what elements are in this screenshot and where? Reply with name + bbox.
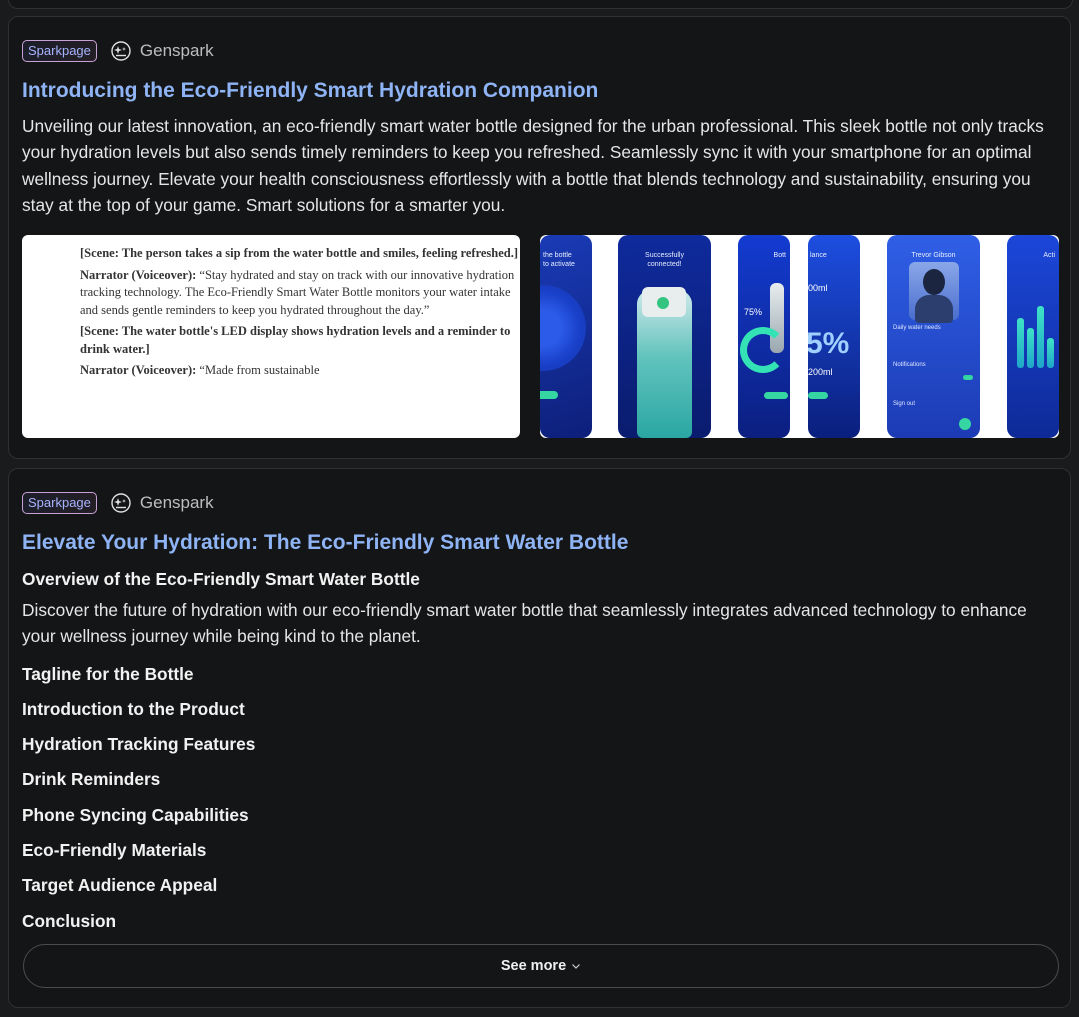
pairing-circle	[540, 285, 586, 371]
overview-heading: Overview of the Eco-Friendly Smart Water…	[22, 569, 420, 589]
previous-card-edge	[8, 0, 1073, 9]
document-preview-image[interactable]: [Scene: The person takes a sip from the …	[22, 235, 520, 438]
result-card[interactable]: Sparkpage Genspark Introducing the Eco-F…	[8, 16, 1071, 459]
screen-label: Successfully connected!	[645, 252, 684, 268]
activity-bar	[1037, 306, 1044, 368]
profile-row: Daily water needs	[893, 325, 941, 331]
toggle-switch	[963, 375, 973, 380]
app-screens-preview-image[interactable]: the bottle to activate Successfully conn…	[540, 235, 1059, 438]
activity-bar	[1027, 328, 1034, 368]
card-description: Unveiling our latest innovation, an eco-…	[22, 116, 1044, 215]
phone-screen-connected: Successfully connected!	[618, 235, 711, 438]
toc-item[interactable]: Eco-Friendly Materials	[22, 838, 1057, 862]
phone-screen-activity: Acti	[1007, 235, 1059, 438]
chevron-down-icon	[572, 964, 581, 969]
toc-item[interactable]: Hydration Tracking Features	[22, 732, 1057, 756]
table-of-contents: Tagline for the Bottle Introduction to t…	[22, 662, 1057, 933]
screen-label: the bottle to activate	[543, 252, 575, 268]
doc-scene-2: [Scene: The water bottle's LED display s…	[80, 324, 511, 356]
action-pill	[808, 392, 828, 399]
screen-percent: 75%	[744, 307, 763, 317]
doc-narrator-1-label: Narrator (Voiceover):	[80, 267, 197, 282]
screen-label: Trevor Gibson	[911, 252, 956, 259]
screen-label: Acti	[1043, 252, 1055, 259]
screen-ml-2: 200ml	[808, 367, 833, 377]
image-gallery[interactable]: [Scene: The person takes a sip from the …	[22, 235, 1059, 438]
phone-screen-activate: the bottle to activate	[540, 235, 592, 438]
progress-ring	[740, 327, 786, 373]
screen-label: lance	[810, 252, 827, 259]
screen-ml: 00ml	[808, 283, 828, 293]
doc-narrator-1: Narrator (Voiceover): “Stay hydrated and…	[80, 267, 520, 320]
toc-item[interactable]: Tagline for the Bottle	[22, 662, 1057, 686]
sparkpage-badge[interactable]: Sparkpage	[22, 492, 97, 514]
screen-big-percent: 5%	[808, 327, 850, 360]
screen-label: Bott	[773, 252, 786, 259]
doc-scene-1: [Scene: The person takes a sip from the …	[80, 246, 519, 260]
sparkpage-badge[interactable]: Sparkpage	[22, 40, 97, 62]
phone-screen-bottle: Bott 75%	[738, 235, 790, 438]
toc-item[interactable]: Conclusion	[22, 909, 1057, 933]
card-title[interactable]: Elevate Your Hydration: The Eco-Friendly…	[22, 529, 1057, 557]
result-card[interactable]: Sparkpage Genspark Elevate Your Hydratio…	[8, 468, 1071, 1008]
genspark-logo-icon	[111, 493, 131, 513]
phone-screen-profile: Trevor Gibson Daily water needs Notifica…	[887, 235, 980, 438]
see-more-button[interactable]: See more	[23, 944, 1059, 988]
see-more-label: See more	[500, 958, 567, 974]
overview-text: Discover the future of hydration with ou…	[22, 600, 1027, 647]
bottle-led	[657, 297, 669, 309]
doc-narrator-2-text: “Made from sustainable	[196, 363, 320, 377]
toc-item[interactable]: Drink Reminders	[22, 767, 1057, 791]
activity-bar	[1047, 338, 1054, 368]
doc-narrator-2-label: Narrator (Voiceover):	[80, 363, 197, 377]
source-name[interactable]: Genspark	[140, 41, 214, 61]
phone-screen-balance: lance 00ml 5% 200ml	[808, 235, 860, 438]
profile-row: Sign out	[893, 401, 916, 407]
profile-photo-body	[915, 295, 953, 323]
toc-item[interactable]: Phone Syncing Capabilities	[22, 803, 1057, 827]
action-pill	[540, 391, 558, 399]
genspark-logo-icon	[111, 41, 131, 61]
toc-item[interactable]: Target Audience Appeal	[22, 873, 1057, 897]
profile-photo-head	[923, 269, 945, 295]
card-title[interactable]: Introducing the Eco-Friendly Smart Hydra…	[22, 77, 1057, 105]
profile-row: Notifications	[893, 362, 926, 368]
doc-narrator-2: Narrator (Voiceover): “Made from sustain…	[80, 362, 520, 380]
nav-active-dot	[959, 418, 971, 430]
activity-bar	[1017, 318, 1024, 368]
action-pill	[764, 392, 788, 399]
page: Sparkpage Genspark Introducing the Eco-F…	[0, 0, 1079, 1017]
toc-item[interactable]: Introduction to the Product	[22, 697, 1057, 721]
source-row: Sparkpage Genspark	[22, 491, 1057, 515]
source-row: Sparkpage Genspark	[22, 39, 1057, 63]
source-name[interactable]: Genspark	[140, 493, 214, 513]
